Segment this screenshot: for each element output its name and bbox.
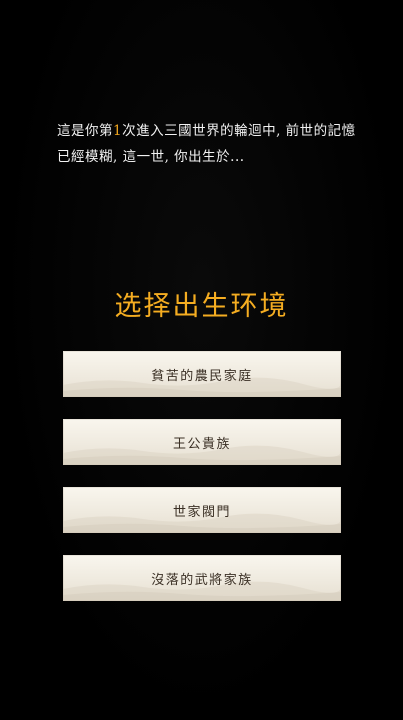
intro-prefix: 這是你第 <box>57 123 113 139</box>
intro-text: 這是你第1次進入三國世界的輪迴中, 前世的記憶已經模糊, 這一世, 你出生於..… <box>57 118 357 170</box>
option-label: 世家閥門 <box>172 504 231 520</box>
page-title: 选择出生环境 <box>114 291 289 322</box>
option-button-aristocratic-family[interactable]: 世家閥門 <box>63 487 341 533</box>
option-button-nobility[interactable]: 王公貴族 <box>63 419 341 465</box>
birth-options-list: 貧苦的農民家庭 王公貴族 世家閥門 沒落的武將家族 <box>63 351 341 623</box>
option-label: 王公貴族 <box>172 436 231 452</box>
option-label: 沒落的武將家族 <box>151 572 253 588</box>
option-button-fallen-military-family[interactable]: 沒落的武將家族 <box>63 555 341 601</box>
option-label: 貧苦的農民家庭 <box>151 368 253 384</box>
game-screen: 這是你第1次進入三國世界的輪迴中, 前世的記憶已經模糊, 這一世, 你出生於..… <box>0 0 403 720</box>
option-button-peasant[interactable]: 貧苦的農民家庭 <box>63 351 341 397</box>
reincarnation-count: 1 <box>113 123 123 139</box>
